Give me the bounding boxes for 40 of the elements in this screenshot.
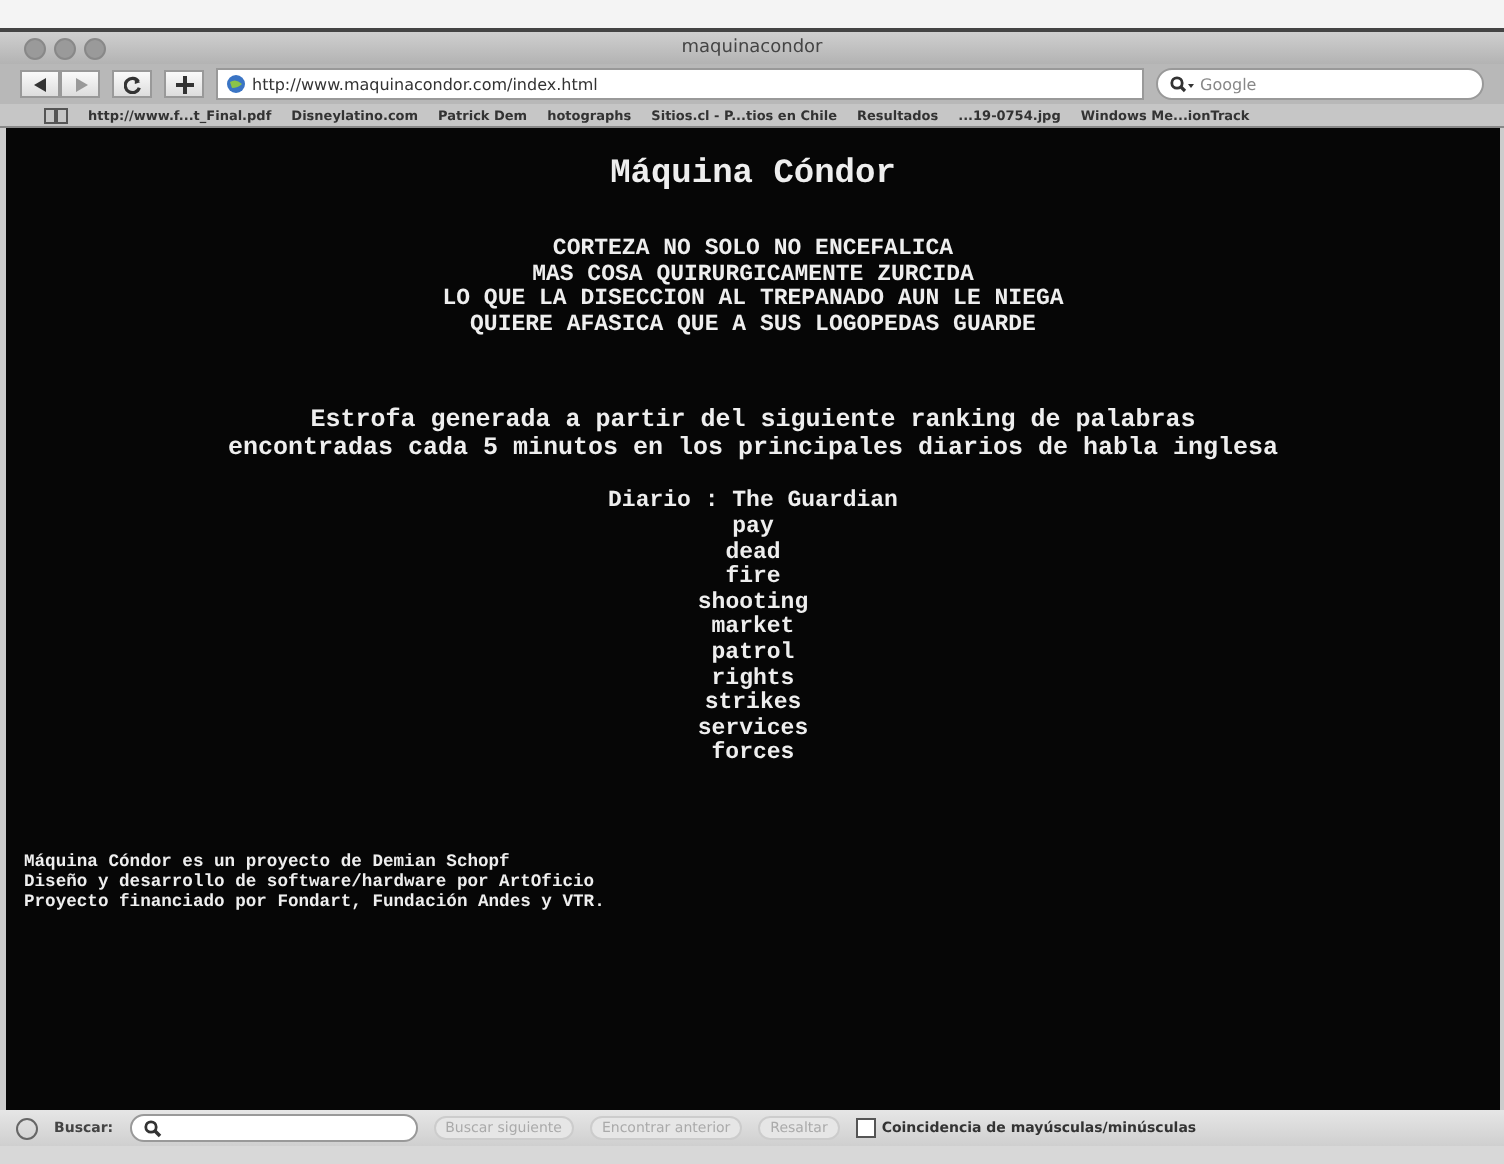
page-title: Máquina Cóndor <box>610 156 896 194</box>
ranked-word: shooting <box>697 591 809 616</box>
forward-arrow-icon <box>73 77 87 91</box>
add-bookmark-button[interactable] <box>164 70 204 98</box>
reload-button[interactable] <box>112 70 152 98</box>
window-title: maquinacondor <box>681 38 823 58</box>
intro-line: Estrofa generada a partir del siguiente ranking de palabras <box>310 406 1196 435</box>
ranked-word: services <box>697 717 809 742</box>
globe-icon <box>226 74 246 94</box>
plus-icon <box>175 75 193 93</box>
credit-line: Diseño y desarrollo de software/hardware por ArtOficio <box>24 871 597 892</box>
zoom-button[interactable] <box>84 37 106 59</box>
poem-line: CORTEZA NO SOLO NO ENCEFALICA <box>552 238 954 264</box>
ranked-word: pay <box>732 515 774 541</box>
book-icon <box>44 107 68 123</box>
ranked-word: strikes <box>704 692 802 717</box>
credit-line: Proyecto financiado por Fondart, Fundación Andes y VTR. <box>24 891 605 912</box>
address-field[interactable]: http://www.maquinacondor.com/index.html <box>216 68 1144 100</box>
ranked-word: dead <box>725 541 781 566</box>
source-label: Diario : The Guardian <box>608 490 898 516</box>
close-find-button[interactable] <box>16 1117 38 1139</box>
ranked-word: fire <box>725 566 781 591</box>
search-field[interactable]: Google <box>1156 68 1484 100</box>
search-icon <box>1170 75 1194 93</box>
minimize-button[interactable] <box>54 37 76 59</box>
reload-icon <box>123 75 141 93</box>
find-field[interactable] <box>129 1114 418 1142</box>
back-button[interactable] <box>20 70 60 98</box>
ranked-word: forces <box>711 742 795 768</box>
ranked-word: market <box>711 616 795 641</box>
poem-line: LO QUE LA DISECCION AL TREPANADO AUN LE NIEGA <box>442 288 1064 314</box>
ranked-word: rights <box>711 667 795 692</box>
intro-line: encontradas cada 5 minutos en los principales diarios de habla inglesa <box>227 434 1279 463</box>
credit-line: Máquina Cóndor es un proyecto de Demian Schopf <box>24 851 512 872</box>
back-arrow-icon <box>33 77 47 91</box>
close-button[interactable] <box>24 37 46 59</box>
search-icon <box>143 1119 162 1137</box>
poem-line: QUIERE AFASICA QUE A SUS LOGOPEDAS GUARDE <box>470 313 1036 339</box>
ranked-word: patrol <box>711 641 795 667</box>
poem-line: MAS COSA QUIRURGICAMENTE ZURCIDA <box>532 263 974 288</box>
